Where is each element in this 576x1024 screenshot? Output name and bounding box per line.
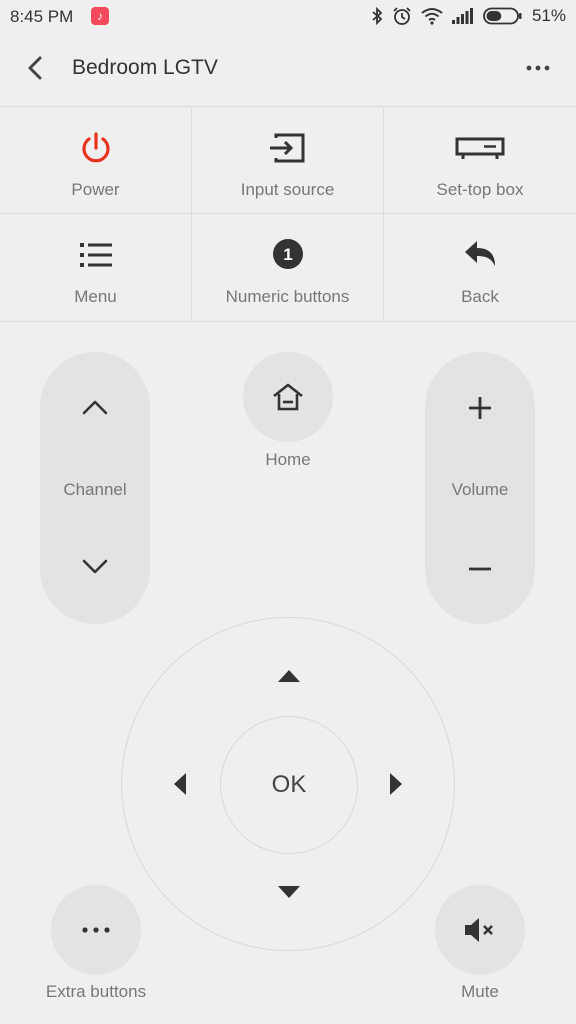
mute-button[interactable] (435, 885, 525, 975)
numeric-buttons-button[interactable]: 1 Numeric buttons (192, 214, 384, 321)
music-app-icon: ♪ (91, 7, 109, 25)
channel-down-button[interactable] (40, 534, 150, 604)
back-button[interactable] (22, 54, 50, 82)
minus-icon (469, 567, 491, 571)
set-top-box-icon (454, 131, 506, 167)
plus-icon (469, 397, 491, 419)
power-label: Power (71, 180, 120, 199)
volume-control: Volume (425, 352, 535, 624)
set-top-box-button[interactable]: Set-top box (384, 107, 576, 214)
chevron-down-icon (82, 559, 108, 574)
function-grid: Power Input source Set-top box Menu 1 Nu… (0, 106, 576, 322)
volume-up-button[interactable] (425, 374, 535, 444)
back-key-button[interactable]: Back (384, 214, 576, 321)
triangle-up-icon (278, 670, 300, 682)
channel-label: Channel (63, 480, 127, 499)
dpad-down-button[interactable] (269, 872, 309, 912)
input-source-button[interactable]: Input source (192, 107, 384, 214)
signal-icon (451, 8, 474, 24)
more-dots-icon (82, 927, 110, 933)
status-time: 8:45 PM (10, 7, 74, 26)
more-dots-icon (526, 65, 550, 71)
wifi-icon (421, 7, 443, 25)
number-one-icon: 1 (268, 238, 308, 274)
numeric-buttons-label: Numeric buttons (225, 287, 350, 306)
back-label: Back (461, 287, 499, 306)
volume-label: Volume (451, 480, 509, 499)
chevron-up-icon (82, 400, 108, 415)
extra-buttons-button[interactable] (51, 885, 141, 975)
battery-percent: 51% (531, 6, 566, 25)
bluetooth-icon (371, 7, 383, 25)
home-label: Home (265, 450, 311, 469)
battery-icon (483, 7, 523, 25)
dpad-left-button[interactable] (160, 764, 200, 804)
triangle-down-icon (278, 886, 300, 898)
menu-label: Menu (74, 287, 117, 306)
alarm-icon (392, 6, 412, 26)
input-source-label: Input source (240, 180, 335, 199)
mute-speaker-icon (465, 918, 493, 942)
power-icon (76, 131, 116, 167)
set-top-box-label: Set-top box (436, 180, 524, 199)
triangle-right-icon (390, 773, 402, 795)
direction-pad: OK (121, 617, 455, 951)
dpad-right-button[interactable] (376, 764, 416, 804)
remote-screen: 8:45 PM ♪ 51% Bedroom LGTV Power Input s… (0, 0, 576, 1024)
home-icon (273, 383, 303, 411)
channel-up-button[interactable] (40, 374, 150, 444)
app-bar: Bedroom LGTV (0, 34, 576, 106)
page-title: Bedroom LGTV (72, 56, 218, 79)
extra-buttons-label: Extra buttons (45, 982, 147, 1001)
back-arrow-icon (460, 238, 500, 274)
mute-label: Mute (461, 982, 499, 1001)
svg-text:1: 1 (283, 245, 292, 264)
channel-control: Channel (40, 352, 150, 624)
triangle-left-icon (174, 773, 186, 795)
status-bar: 8:45 PM ♪ 51% (0, 0, 576, 34)
status-icons: 51% (371, 6, 566, 26)
more-options-button[interactable] (522, 56, 554, 80)
ok-button[interactable]: OK (220, 716, 358, 854)
input-source-icon (268, 131, 308, 167)
power-button[interactable]: Power (0, 107, 192, 214)
volume-down-button[interactable] (425, 534, 535, 604)
menu-list-icon (76, 238, 116, 274)
home-button[interactable] (243, 352, 333, 442)
dpad-up-button[interactable] (269, 656, 309, 696)
chevron-left-icon (28, 56, 42, 80)
menu-button[interactable]: Menu (0, 214, 192, 321)
